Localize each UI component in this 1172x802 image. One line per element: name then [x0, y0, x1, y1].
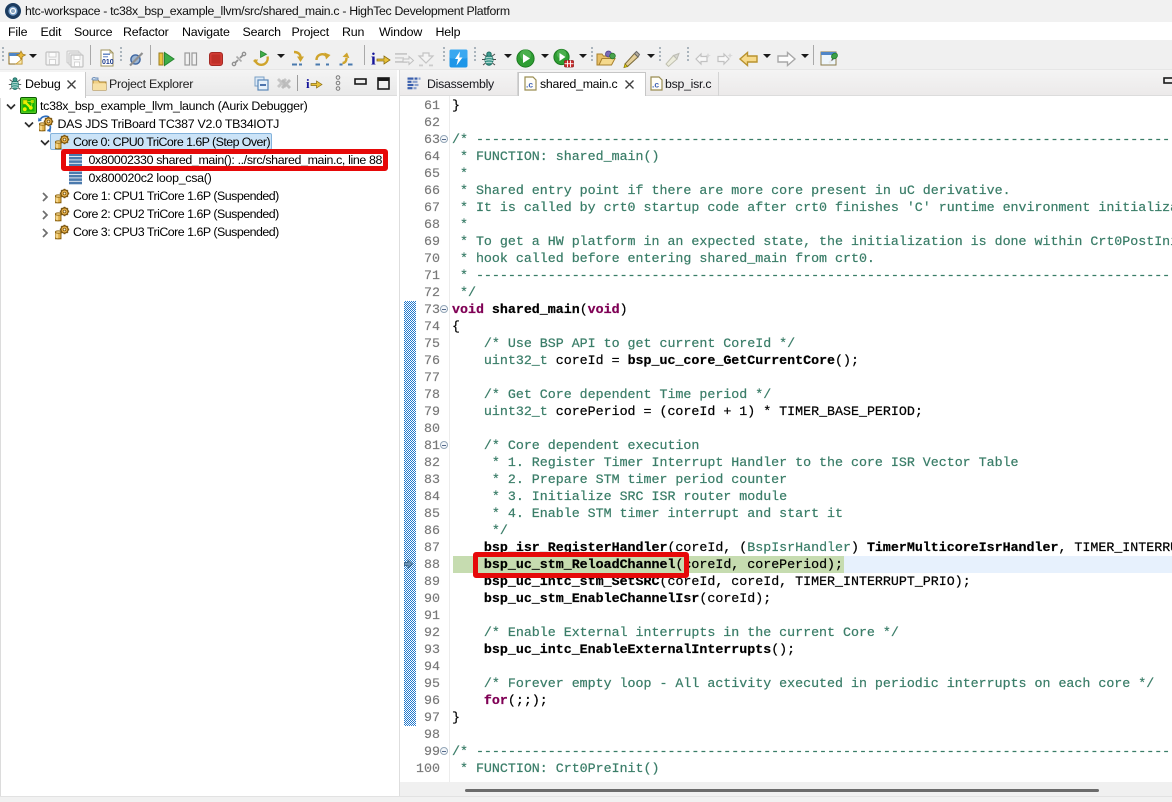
svg-text:.c: .c	[652, 80, 659, 90]
svg-text:010: 010	[102, 59, 114, 66]
svg-text:.c: .c	[526, 80, 533, 90]
svg-text:i: i	[371, 50, 376, 69]
